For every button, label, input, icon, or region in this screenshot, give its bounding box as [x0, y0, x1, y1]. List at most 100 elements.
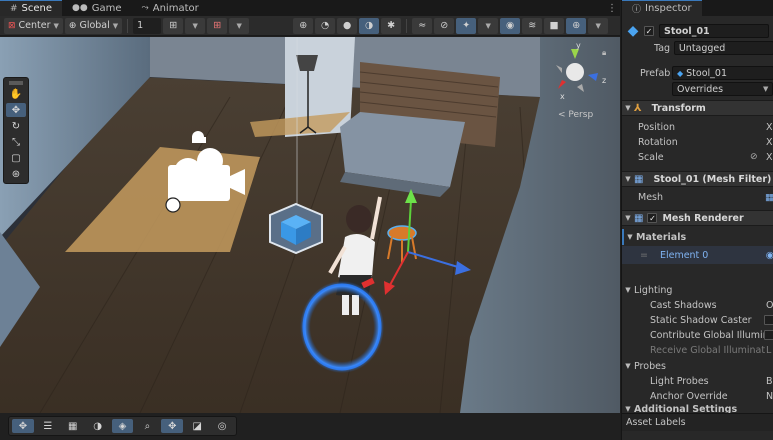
materials-row[interactable]: ▼ Materials — [622, 229, 773, 245]
draw-mode-button[interactable]: ⊕ — [293, 17, 314, 34]
transform-tool-icon[interactable]: ⊛ — [6, 167, 26, 181]
foldout-icon: ▼ — [625, 405, 631, 413]
debug-button[interactable]: ✱ — [381, 17, 402, 34]
gizmos-toggle[interactable]: ⊕ — [566, 17, 587, 34]
light-probes-dropdown[interactable]: B — [766, 376, 773, 387]
overrides-dropdown[interactable]: Overrides ▼ — [672, 82, 773, 96]
grid-icon[interactable]: ▦ — [62, 419, 84, 433]
lighting-header[interactable]: ▼ Lighting — [622, 283, 773, 297]
pivot-dropdown[interactable]: ⊠ Center ▼ — [4, 17, 63, 34]
lighting-toggle[interactable]: ⊘ — [434, 17, 455, 34]
mesh-field-icon[interactable]: ▦ — [765, 192, 773, 203]
scale-tool-icon[interactable]: ⤡ — [6, 135, 26, 149]
bottom-tools-overlay: ✥ ☰ ▦ ◑ ◈ ⌕ ✥ ◪ ◎ — [8, 416, 237, 436]
contribute-gi-label: Contribute Global Illuminat — [650, 329, 764, 341]
mesh-renderer-checkbox[interactable]: ✓ — [647, 213, 658, 223]
mesh-renderer-header[interactable]: ▼ ▦ ✓ Mesh Renderer — [622, 210, 773, 226]
rotation-x-label[interactable]: X — [766, 137, 773, 148]
move-tool-icon[interactable]: ✥ — [6, 103, 26, 117]
scene-viewport[interactable]: y z x 🔒︎ < Persp ✋ ✥ ↻ ⤡ ▢ ⊛ — [0, 37, 620, 413]
cast-shadows-dropdown[interactable]: O — [766, 300, 773, 311]
tab-animator-label: Animator — [152, 2, 199, 14]
foldout-icon: ▼ — [625, 214, 631, 222]
shaded-wireframe-button[interactable]: ◑ — [359, 17, 380, 34]
mesh-filter-header[interactable]: ▼ ▦ Stool_01 (Mesh Filter) — [622, 171, 773, 187]
2d-toggle[interactable]: ≈ — [412, 17, 433, 34]
layers-icon[interactable]: ◈ — [111, 419, 134, 433]
camera-icon[interactable]: ◪ — [186, 419, 208, 433]
element-0-row[interactable]: = Element 0 ◉ — [622, 246, 773, 264]
hand-tool-icon[interactable]: ✋ — [6, 87, 26, 101]
camera-dropdown[interactable]: ■ — [544, 17, 565, 34]
gizmos-dropdown[interactable]: ▼ — [588, 17, 609, 34]
sliders-icon[interactable]: ☰ — [37, 419, 59, 433]
grid-snap-button[interactable]: ⊞ — [163, 17, 184, 34]
prefab-field[interactable]: ◆ Stool_01 — [672, 66, 773, 80]
persp-label[interactable]: < Persp — [558, 110, 593, 120]
camera-icon: ■ — [549, 20, 559, 31]
asset-labels-bar[interactable]: Asset Labels — [622, 413, 773, 431]
overrides-label: Overrides — [677, 83, 724, 95]
mesh-filter-icon: ▦ — [634, 173, 644, 185]
search-icon[interactable]: ⌕ — [136, 419, 158, 433]
tab-game[interactable]: ●● Game — [62, 0, 132, 16]
receive-gi-row: Receive Global Illumination L — [622, 343, 773, 357]
grip-icon[interactable] — [6, 80, 26, 85]
rect-tool-icon[interactable]: ▢ — [6, 151, 26, 165]
probes-header[interactable]: ▼ Probes — [622, 359, 773, 373]
space-dropdown[interactable]: ⊕ Global ▼ — [64, 17, 123, 34]
pivot-label: Center — [18, 20, 51, 31]
light-probes-row: Light Probes B — [622, 374, 773, 388]
more-options-icon[interactable]: ⋮ — [604, 0, 620, 16]
active-checkbox[interactable]: ✓ — [644, 26, 654, 36]
grid-size-input[interactable]: 1 — [133, 17, 162, 34]
effects-toggle[interactable]: ✦ — [456, 17, 477, 34]
wireframe-button[interactable]: ◔ — [315, 17, 336, 34]
prefab-value: Stool_01 — [686, 67, 728, 79]
half-sphere-icon: ◑ — [365, 20, 374, 31]
aperture-icon[interactable] — [165, 197, 181, 213]
link-icon[interactable]: ⊘ — [750, 152, 766, 162]
transform-header[interactable]: ▼ ⅄ Transform — [622, 100, 773, 116]
prefab-label: Prefab — [640, 67, 671, 79]
rotate-tool-icon[interactable]: ↻ — [6, 119, 26, 133]
drag-handle-icon[interactable]: = — [640, 250, 660, 261]
tab-scene[interactable]: # Scene — [0, 0, 63, 16]
lock-icon[interactable]: 🔒︎ — [602, 48, 606, 57]
chevron-down-icon: ▼ — [236, 21, 242, 30]
tag-dropdown[interactable]: Untagged — [673, 41, 773, 55]
tab-scene-label: Scene — [21, 3, 53, 14]
effects-dropdown[interactable]: ▼ — [478, 17, 499, 34]
tab-inspector[interactable]: ⓘ Inspector — [622, 0, 702, 16]
pan-icon[interactable]: ✥ — [161, 419, 184, 433]
material-field-icon[interactable]: ◉ — [766, 250, 773, 261]
scale-x-label[interactable]: X — [766, 152, 773, 163]
shading-icon[interactable]: ◑ — [87, 419, 109, 433]
increment-snap-icon: ⊞ — [213, 20, 222, 31]
mesh-renderer-title: Mesh Renderer — [662, 212, 744, 224]
object-name-field[interactable]: Stool_01 — [659, 24, 769, 38]
visibility-toggle[interactable]: ◉ — [500, 17, 521, 34]
contribute-gi-checkbox[interactable] — [764, 330, 773, 340]
static-shadow-label: Static Shadow Caster — [650, 314, 752, 326]
layers-dropdown[interactable]: ≋ — [522, 17, 543, 34]
anchor-override-field[interactable]: N — [766, 391, 773, 402]
pivot-icon: ⊠ — [8, 20, 16, 31]
compass-icon[interactable]: ◎ — [211, 419, 233, 433]
prefab-box-icon[interactable] — [269, 202, 323, 255]
inspector-panel: ⓘ Inspector ◆ ✓ Stool_01 Tag Untagged Pr… — [621, 0, 773, 440]
scene-render[interactable]: y z x 🔒︎ < Persp — [0, 37, 620, 413]
increment-snap-dropdown[interactable]: ▼ — [229, 17, 250, 34]
shaded-button[interactable]: ● — [337, 17, 358, 34]
tab-game-label: Game — [91, 2, 122, 14]
tools-overlay: ✋ ✥ ↻ ⤡ ▢ ⊛ — [3, 77, 29, 184]
position-x-label[interactable]: X — [766, 122, 773, 133]
move-tool-icon[interactable]: ✥ — [12, 419, 34, 433]
transform-title: Transform — [651, 102, 706, 114]
static-shadow-checkbox[interactable] — [764, 315, 773, 325]
eye-icon: ◉ — [506, 20, 515, 31]
increment-snap-button[interactable]: ⊞ — [207, 17, 228, 34]
grid-snap-dropdown[interactable]: ▼ — [185, 17, 206, 34]
tab-animator[interactable]: ⤳ Animator — [132, 0, 209, 16]
layers-icon: ≋ — [528, 20, 537, 31]
